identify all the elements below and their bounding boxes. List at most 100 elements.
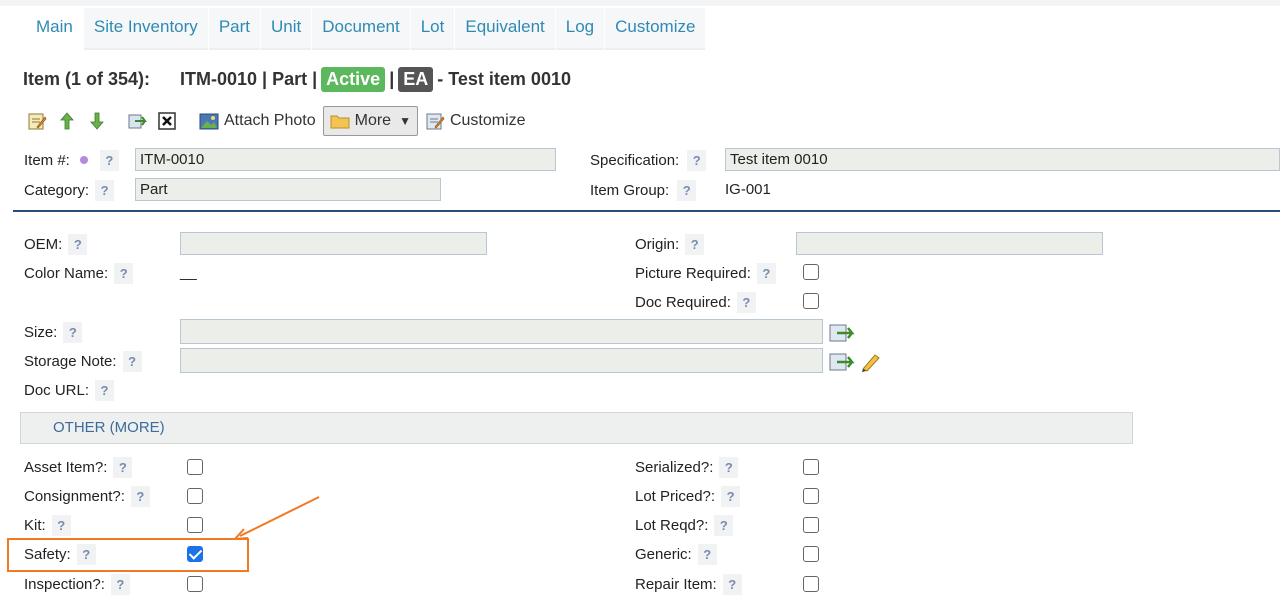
doc-required-label: Doc Required: ? — [635, 290, 756, 314]
item-number-field-label: Item #: ? — [24, 148, 119, 172]
consignment-checkbox[interactable] — [187, 488, 203, 504]
next-record-button[interactable] — [82, 106, 112, 136]
kit-label: Kit: ? — [24, 513, 71, 537]
kit-checkbox[interactable] — [187, 517, 203, 533]
expand-arrow-icon[interactable] — [829, 322, 855, 344]
generic-label: Generic: ? — [635, 542, 717, 566]
consignment-label: Consignment?: ? — [24, 484, 150, 508]
tab-log[interactable]: Log — [555, 8, 605, 50]
other-more-section-header[interactable]: OTHER (MORE) — [20, 412, 1133, 444]
tab-part[interactable]: Part — [208, 8, 260, 50]
header-divider — [13, 210, 1280, 212]
top-strip — [0, 0, 1280, 6]
help-icon[interactable]: ? — [51, 514, 71, 536]
origin-label: Origin: ? — [635, 232, 705, 256]
record-count: Item (1 of 354): — [23, 68, 151, 89]
specification-input[interactable]: Test item 0010 — [725, 148, 1280, 171]
specification-label: Specification: ? — [590, 148, 707, 172]
serialized-label: Serialized?: ? — [635, 455, 739, 479]
inspection-checkbox[interactable] — [187, 576, 203, 592]
uom-badge: EA — [398, 66, 434, 92]
toolbar: Attach Photo More ▼ Customize — [22, 105, 533, 137]
edit-icon — [28, 113, 47, 130]
item-code: ITM-0010 | Part | — [180, 68, 318, 89]
origin-input[interactable] — [796, 232, 1103, 255]
close-icon — [158, 112, 176, 130]
tab-main[interactable]: Main — [26, 8, 83, 50]
attach-photo-label: Attach Photo — [224, 112, 316, 129]
storage-note-textarea[interactable] — [180, 348, 823, 373]
generic-checkbox[interactable] — [803, 546, 819, 562]
help-icon[interactable]: ? — [68, 233, 88, 255]
item-description: - Test item 0010 — [437, 68, 571, 89]
attach-photo-button[interactable]: Attach Photo — [192, 106, 323, 136]
help-icon[interactable]: ? — [722, 573, 742, 595]
asset-item-checkbox[interactable] — [187, 459, 203, 475]
customize-icon — [426, 113, 445, 130]
category-input[interactable]: Part — [135, 178, 441, 201]
color-name-value: __ — [180, 264, 197, 281]
customize-label: Customize — [449, 112, 526, 129]
expand-arrow-icon[interactable] — [829, 351, 855, 373]
help-icon[interactable]: ? — [114, 262, 134, 284]
photo-icon — [199, 113, 219, 130]
tab-equivalent[interactable]: Equivalent — [455, 8, 555, 50]
help-icon[interactable]: ? — [714, 514, 734, 536]
repair-item-checkbox[interactable] — [803, 576, 819, 592]
color-name-label: Color Name: ? — [24, 261, 134, 285]
help-icon[interactable]: ? — [99, 149, 119, 171]
safety-highlight-box — [7, 538, 249, 572]
tab-document[interactable]: Document — [312, 8, 410, 50]
lot-reqd-checkbox[interactable] — [803, 517, 819, 533]
tab-lot[interactable]: Lot — [410, 8, 455, 50]
storage-note-label: Storage Note: ? — [24, 349, 142, 373]
help-icon[interactable]: ? — [721, 485, 741, 507]
help-icon[interactable]: ? — [697, 543, 717, 565]
help-icon[interactable]: ? — [110, 573, 130, 595]
help-icon[interactable]: ? — [687, 149, 707, 171]
status-badge: Active — [321, 66, 386, 92]
more-dropdown[interactable]: More ▼ — [322, 106, 418, 136]
help-icon[interactable]: ? — [122, 350, 142, 372]
required-dot-icon — [79, 156, 88, 164]
oem-label: OEM: ? — [24, 232, 88, 256]
size-textarea[interactable] — [180, 319, 823, 344]
help-icon[interactable]: ? — [736, 291, 756, 313]
lot-priced-checkbox[interactable] — [803, 488, 819, 504]
tab-unit[interactable]: Unit — [261, 8, 312, 50]
tab-customize[interactable]: Customize — [605, 8, 706, 50]
help-icon[interactable]: ? — [63, 321, 83, 343]
lot-priced-label: Lot Priced?: ? — [635, 484, 741, 508]
oem-input[interactable] — [180, 232, 487, 255]
help-icon[interactable]: ? — [95, 179, 115, 201]
help-icon[interactable]: ? — [95, 379, 115, 401]
help-icon[interactable]: ? — [113, 456, 133, 478]
lot-reqd-label: Lot Reqd?: ? — [635, 513, 734, 537]
serialized-checkbox[interactable] — [803, 459, 819, 475]
arrow-down-icon — [90, 112, 104, 130]
arrow-up-icon — [60, 112, 74, 130]
page-title: Item (1 of 354): ITM-0010 | Part | Activ… — [23, 66, 571, 92]
picture-required-checkbox[interactable] — [803, 264, 819, 280]
help-icon[interactable]: ? — [130, 485, 150, 507]
title-separator: | — [389, 68, 395, 89]
doc-url-label: Doc URL: ? — [24, 378, 115, 402]
annotation-arrow-icon — [234, 496, 320, 540]
help-icon[interactable]: ? — [685, 233, 705, 255]
tab-bar: Main Site Inventory Part Unit Document L… — [26, 8, 706, 50]
repair-item-label: Repair Item: ? — [635, 572, 742, 596]
folder-icon — [330, 115, 350, 129]
pencil-icon[interactable] — [858, 351, 884, 373]
refresh-button[interactable] — [122, 106, 152, 136]
previous-record-button[interactable] — [52, 106, 82, 136]
help-icon[interactable]: ? — [677, 179, 697, 201]
close-record-button[interactable] — [152, 106, 182, 136]
help-icon[interactable]: ? — [719, 456, 739, 478]
category-label: Category: ? — [24, 178, 115, 202]
tab-site-inventory[interactable]: Site Inventory — [83, 8, 208, 50]
edit-button[interactable] — [22, 106, 52, 136]
customize-button[interactable]: Customize — [418, 106, 533, 136]
item-number-input[interactable]: ITM-0010 — [135, 148, 556, 171]
doc-required-checkbox[interactable] — [803, 293, 819, 309]
help-icon[interactable]: ? — [756, 262, 776, 284]
